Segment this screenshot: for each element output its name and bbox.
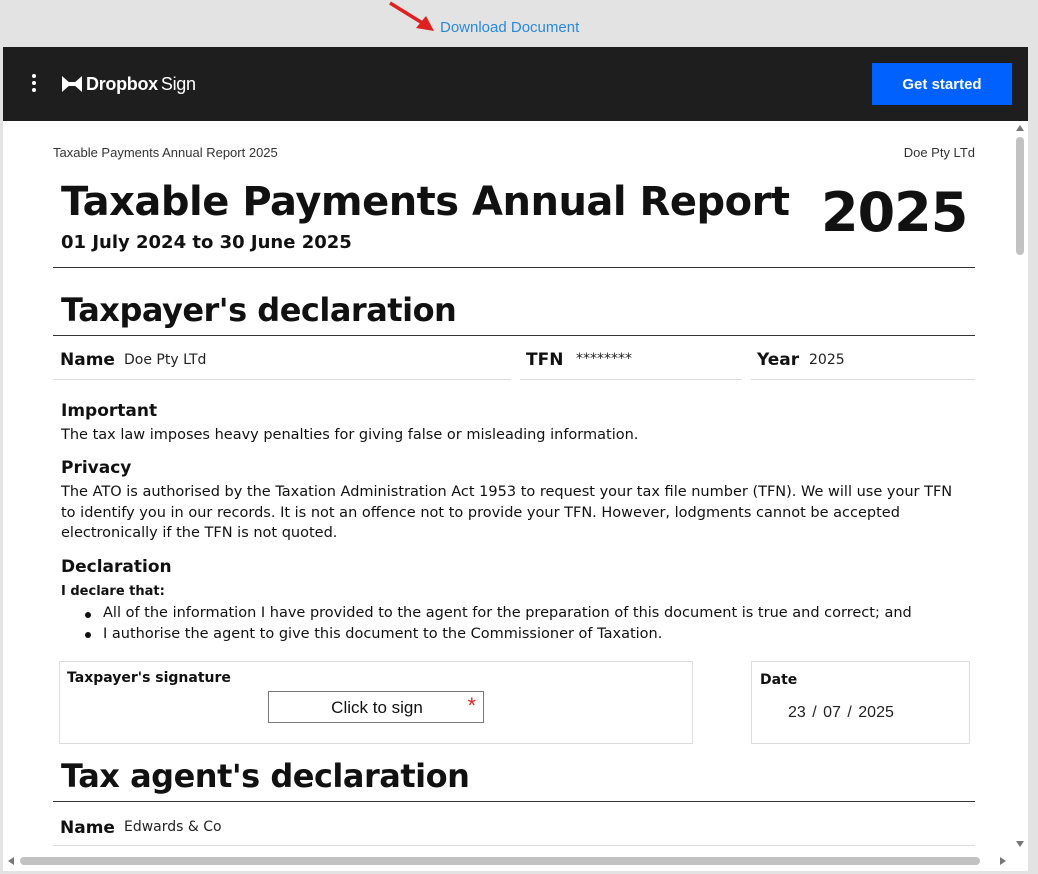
important-text: The tax law imposes heavy penalties for … <box>61 427 639 443</box>
vertical-scroll-thumb[interactable] <box>1016 137 1024 255</box>
document-page: Taxable Payments Annual Report 2025 Doe … <box>3 121 1013 851</box>
download-bar: Download Document <box>0 0 1038 48</box>
date-box: Date 23 / 07 / 2025 <box>751 661 970 744</box>
dropbox-sign-logo-icon <box>62 76 82 92</box>
dropbox-sign-header: Dropbox Sign Get started <box>3 47 1028 121</box>
declaration-bullet: I authorise the agent to give this docum… <box>103 626 663 642</box>
download-document-link[interactable]: Download Document <box>440 19 579 36</box>
bullet-dot <box>85 632 91 638</box>
click-to-sign-button[interactable]: Click to sign * <box>268 691 484 723</box>
brand-logo: Dropbox Sign <box>62 72 196 96</box>
declaration-heading: Declaration <box>61 557 172 577</box>
tfn-field-underline <box>520 379 742 380</box>
document-period: 01 July 2024 to 30 June 2025 <box>61 232 352 253</box>
vertical-scrollbar[interactable] <box>1013 121 1028 871</box>
click-to-sign-label: Click to sign <box>331 698 423 717</box>
important-heading: Important <box>61 401 158 421</box>
signature-label: Taxpayer's signature <box>67 670 231 686</box>
tfn-label: TFN <box>526 350 564 370</box>
bullet-dot <box>85 612 91 618</box>
date-field[interactable]: 23 / 07 / 2025 <box>788 704 894 722</box>
date-label: Date <box>760 672 798 688</box>
agent-name-field[interactable]: Edwards & Co <box>124 819 222 835</box>
year-field-underline <box>751 379 975 380</box>
name-field[interactable]: Doe Pty LTd <box>124 352 206 368</box>
name-field-underline <box>53 379 511 380</box>
horizontal-scrollbar[interactable] <box>3 851 1013 871</box>
scroll-down-icon[interactable] <box>1016 841 1024 847</box>
kebab-menu-icon[interactable] <box>29 74 39 94</box>
signature-box: Taxpayer's signature Click to sign * <box>59 661 693 744</box>
tfn-field[interactable]: ******** <box>576 351 632 367</box>
agent-name-label: Name <box>60 818 115 838</box>
year-label: Year <box>757 350 800 370</box>
agent-section-title: Tax agent's declaration <box>61 757 470 795</box>
name-label: Name <box>60 350 115 370</box>
section-divider <box>53 335 975 336</box>
required-marker: * <box>467 693 476 718</box>
section-divider <box>53 801 975 802</box>
running-header-left: Taxable Payments Annual Report 2025 <box>53 145 278 160</box>
document-title: Taxable Payments Annual Report <box>61 179 790 225</box>
document-viewer: Dropbox Sign Get started Taxable Payment… <box>3 47 1028 871</box>
scroll-left-icon[interactable] <box>8 857 14 865</box>
scroll-up-icon[interactable] <box>1016 125 1024 131</box>
brand-suffix: Sign <box>160 73 196 94</box>
declaration-bullet: All of the information I have provided t… <box>103 605 912 621</box>
declaration-intro: I declare that: <box>61 584 165 599</box>
agent-name-underline <box>53 845 975 846</box>
red-arrow-icon <box>389 1 434 31</box>
horizontal-scroll-thumb[interactable] <box>20 857 980 865</box>
privacy-heading: Privacy <box>61 458 132 478</box>
brand-name: Dropbox <box>86 73 158 94</box>
running-header-right: Doe Pty LTd <box>903 145 975 160</box>
get-started-button[interactable]: Get started <box>872 63 1012 105</box>
privacy-text: The ATO is authorised by the Taxation Ad… <box>61 484 953 541</box>
title-divider <box>53 267 975 268</box>
year-field[interactable]: 2025 <box>809 352 845 368</box>
taxpayer-section-title: Taxpayer's declaration <box>61 291 457 329</box>
scroll-right-icon[interactable] <box>1000 857 1006 865</box>
document-year: 2025 <box>821 181 968 244</box>
